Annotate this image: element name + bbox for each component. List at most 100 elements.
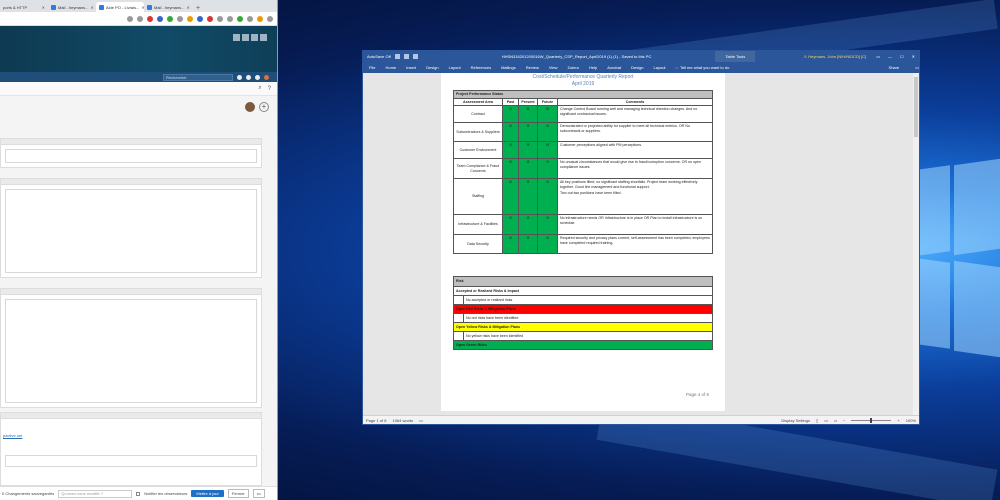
ribbon-tab-mailings[interactable]: Mailings — [501, 65, 516, 70]
help-icon[interactable] — [246, 74, 251, 80]
twitter-icon[interactable] — [260, 34, 267, 41]
zoom-icon[interactable] — [127, 15, 133, 22]
avatar[interactable] — [245, 102, 255, 112]
risk-header-row: Accepted or Realized Risks & Impact — [453, 286, 713, 296]
comments-field[interactable] — [5, 299, 257, 403]
new-tab-button[interactable]: + — [192, 5, 204, 12]
close-icon[interactable]: ✕ — [90, 5, 93, 10]
ribbon-tab-acrobat[interactable]: Acrobat — [607, 65, 621, 70]
email-link[interactable]: pactive.net — [3, 433, 22, 438]
extension-icon[interactable] — [147, 15, 153, 22]
ribbon-tab-table-layout[interactable]: Layout — [654, 65, 666, 70]
ribbon-tab-help[interactable]: Help — [589, 65, 597, 70]
page-number: Page 4 of 6 — [685, 392, 709, 397]
more-button[interactable]: ••• — [252, 489, 265, 498]
ribbon-tab-references[interactable]: References — [471, 65, 491, 70]
ribbon-tab-design[interactable]: Design — [426, 65, 438, 70]
proofing-icon[interactable]: ▭ — [419, 418, 423, 423]
save-icon[interactable] — [394, 54, 400, 59]
zoom-out-icon[interactable]: − — [843, 418, 845, 423]
minimize-icon[interactable]: — — [888, 54, 892, 59]
change-comment-input[interactable]: Qu'avez-vous modifié ? — [58, 489, 133, 498]
table-row: Infrastructure & Facilities G G G No inf… — [453, 214, 714, 236]
extension-icon[interactable] — [177, 15, 183, 22]
ribbon-tab-table-design[interactable]: Design — [631, 65, 643, 70]
ribbon-tabs: File Home Insert Design Layout Reference… — [363, 62, 919, 73]
page-count[interactable]: Page 1 of 6 — [366, 418, 386, 423]
extension-icon[interactable] — [197, 15, 203, 22]
zoom-in-icon[interactable]: + — [897, 418, 899, 423]
ribbon-tab-home[interactable]: Home — [385, 65, 396, 70]
word-count[interactable]: 1064 words — [392, 418, 413, 423]
form-section: pactive.net — [0, 412, 262, 486]
comments-icon[interactable]: ▭ — [915, 65, 919, 70]
help-icon[interactable]: ? — [268, 86, 271, 92]
account-name[interactable]: ⚠ Heymans, John [NIH/NIDCD] [C] — [804, 54, 867, 59]
print-layout-icon[interactable]: ▭ — [824, 418, 828, 423]
tell-me-search[interactable]: ◌ Tell me what you want to do — [676, 65, 730, 70]
description-field[interactable] — [5, 189, 257, 273]
read-mode-icon[interactable]: ▯ — [816, 418, 818, 423]
extension-icon[interactable] — [247, 15, 253, 22]
browser-window: ports & HTTP ✕ Mail - heymans... ✕ Aide PO… — [0, 0, 278, 500]
share-button[interactable]: Share — [889, 65, 900, 70]
search-icon[interactable]: ⌕ — [258, 85, 261, 92]
extension-icon[interactable] — [237, 15, 243, 22]
zoom-level[interactable]: 100% — [906, 418, 916, 423]
scrollbar-thumb[interactable] — [914, 77, 918, 137]
form-field[interactable] — [5, 455, 257, 467]
extension-icon[interactable] — [157, 15, 163, 22]
ribbon-tab-review[interactable]: Review — [526, 65, 539, 70]
ribbon-tab-insert[interactable]: Insert — [406, 65, 416, 70]
extension-icon[interactable] — [227, 15, 233, 22]
browser-tab[interactable]: ports & HTTP ✕ — [0, 2, 48, 12]
profile-avatar-icon[interactable] — [257, 15, 263, 22]
facebook-icon[interactable] — [242, 34, 249, 41]
browser-tab-active[interactable]: Aide PO - Livrais...✕ — [96, 2, 144, 12]
ribbon-display-icon[interactable]: ▭ — [876, 54, 880, 59]
redo-icon[interactable] — [412, 54, 418, 59]
browser-tab[interactable]: Mail - heymans... ✕ — [144, 2, 192, 12]
form-section — [0, 288, 262, 408]
ribbon-tab-view[interactable]: View — [549, 65, 558, 70]
close-icon[interactable]: ✕ — [42, 5, 45, 10]
extension-icon[interactable] — [217, 15, 223, 22]
linkedin-icon[interactable] — [251, 34, 258, 41]
document-page[interactable]: Cost/Schedule/Performance Quarterly Repo… — [441, 73, 725, 411]
risk-header: Open Yellow Risks & Mitigation Plans — [453, 322, 713, 332]
autosave-toggle[interactable]: AutoSave Off — [367, 54, 391, 59]
table-row: Staffing G G G All key positions filled;… — [453, 178, 714, 216]
gear-icon[interactable] — [255, 74, 260, 80]
star-icon[interactable] — [137, 15, 143, 22]
status-cell: G — [537, 122, 558, 143]
form-field[interactable] — [5, 149, 257, 163]
close-icon[interactable]: ✕ — [186, 5, 189, 10]
browser-tab[interactable]: Mail - heymans... ✕ — [48, 2, 96, 12]
maximize-icon[interactable]: ☐ — [900, 54, 904, 59]
close-button[interactable]: Fermer — [227, 489, 249, 498]
ribbon-tab-layout[interactable]: Layout — [449, 65, 461, 70]
extension-icon[interactable] — [167, 15, 173, 22]
table-section-row: Project Performance Status — [452, 90, 714, 99]
close-icon[interactable]: ✕ — [912, 54, 915, 59]
web-layout-icon[interactable]: ▱ — [834, 418, 837, 423]
search-icon[interactable] — [237, 74, 242, 80]
vertical-scrollbar[interactable] — [913, 73, 919, 415]
update-button[interactable]: Mettre à jour — [191, 490, 224, 497]
menu-icon[interactable] — [267, 15, 273, 22]
extension-icon[interactable] — [187, 15, 193, 22]
avatar[interactable] — [264, 74, 269, 80]
notify-checkbox[interactable] — [136, 491, 141, 496]
extension-icon[interactable] — [207, 15, 213, 22]
status-cell: G — [537, 105, 558, 124]
display-settings[interactable]: Display Settings — [781, 418, 810, 423]
ribbon-tab-zotero[interactable]: Zotero — [567, 65, 579, 70]
zoom-slider[interactable] — [851, 417, 892, 423]
section-header — [1, 179, 261, 185]
search-input[interactable]: Rechercher — [163, 73, 233, 81]
status-cell: G — [518, 234, 538, 255]
undo-icon[interactable] — [403, 54, 409, 59]
add-follower-button[interactable]: + — [259, 102, 269, 112]
ribbon-tab-file[interactable]: File — [369, 65, 375, 70]
rss-icon[interactable] — [233, 34, 240, 41]
